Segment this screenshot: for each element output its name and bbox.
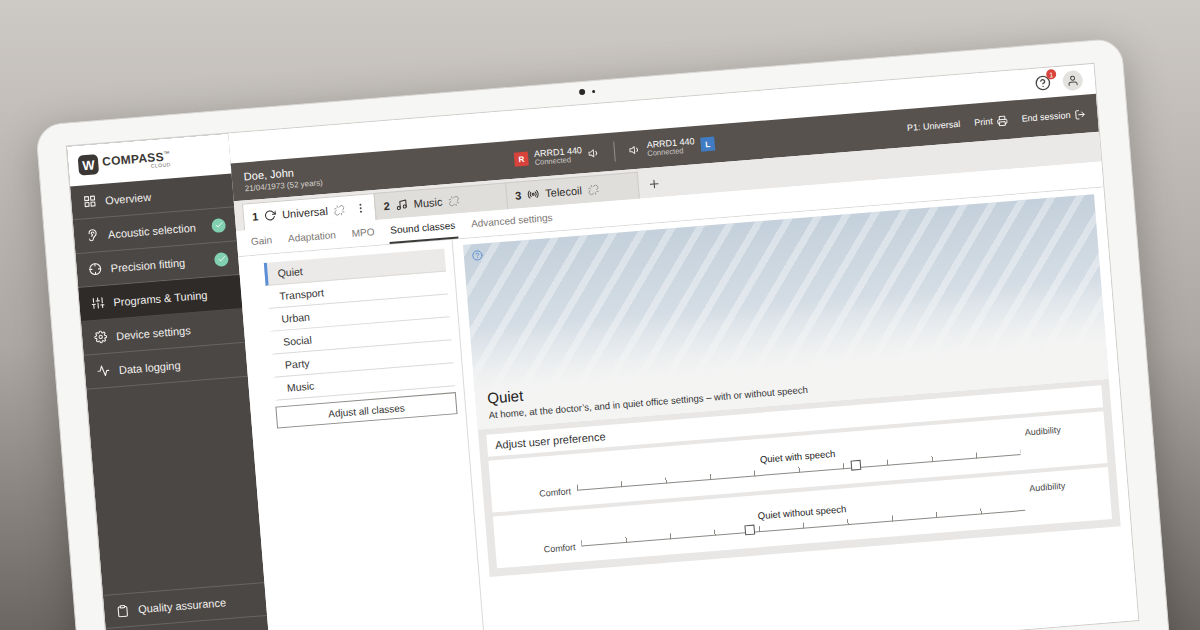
logo-mark: W [78, 154, 100, 176]
activity-icon [96, 364, 110, 378]
check-icon [216, 254, 226, 264]
slider-min-label: Comfort [505, 542, 576, 564]
logo-text: COMPASS™CLOUD [102, 150, 171, 172]
slider-min-label: Comfort [501, 486, 572, 508]
done-badge [214, 251, 229, 266]
sidebar-item[interactable]: Programs & Tuning [78, 275, 242, 322]
device-text: ARRD1 440Connected [534, 145, 583, 168]
slider-label: Quiet without speech [757, 503, 846, 521]
adjust-all-button[interactable]: Adjust all classes [275, 392, 457, 428]
ear-icon [86, 228, 100, 242]
stage: WCOMPASS™CLOUDOverviewAcoustic selection… [0, 0, 1200, 630]
laptop: WCOMPASS™CLOUDOverviewAcoustic selection… [35, 38, 1173, 630]
device-status: R ARRD1 440Connected [514, 143, 601, 169]
camera-lens [579, 89, 585, 95]
help-icon [471, 250, 483, 262]
tab-number: 2 [383, 200, 390, 212]
crosshair-icon [88, 262, 102, 276]
plus-icon [647, 177, 661, 191]
speaker-icon [629, 143, 642, 156]
unlink-icon [587, 184, 599, 196]
sub-tab[interactable]: MPO [349, 220, 378, 247]
logo-trademark: ™ [163, 150, 170, 156]
session-actions: P1: Universal Print End session [907, 108, 1086, 133]
active-program: P1: Universal [907, 119, 961, 133]
slider-max-label: Audibility [1028, 472, 1099, 494]
sliders-icon [91, 296, 105, 310]
universal-icon [264, 209, 277, 222]
unlink-icon [333, 204, 345, 216]
link-toggle[interactable] [333, 204, 345, 216]
device-text: ARRD1 440Connected [646, 136, 695, 159]
content: QuietTransportUrbanSocialPartyMusicAdjus… [238, 188, 1138, 630]
end-session-button[interactable]: End session [1021, 108, 1086, 124]
grid-icon [83, 194, 97, 208]
slider-thumb[interactable] [744, 525, 755, 536]
slider-label: Quiet with speech [759, 448, 835, 465]
camera [579, 88, 595, 95]
info-button[interactable] [471, 250, 483, 262]
print-button[interactable]: Print [974, 114, 1008, 128]
side-chip: R [514, 152, 529, 167]
camera-light [592, 89, 595, 92]
link-toggle[interactable] [587, 184, 599, 196]
unlink-icon [448, 195, 460, 207]
patient: Doe, John21/04/1973 (52 years) [243, 164, 323, 193]
music-note-icon [395, 198, 408, 211]
tab-number: 1 [252, 210, 259, 222]
telecoil-icon [527, 188, 540, 201]
slider-thumb[interactable] [851, 460, 862, 471]
sound-class-list: QuietTransportUrbanSocialPartyMusicAdjus… [238, 240, 487, 630]
device-divider [613, 142, 616, 162]
sub-tab[interactable]: Adaptation [285, 223, 339, 252]
slider-max-label: Audibility [1024, 416, 1095, 438]
sidebar-footer-item[interactable]: Quality assurance [103, 582, 267, 629]
tab-menu-button[interactable] [354, 202, 367, 215]
more-icon [354, 202, 367, 215]
help-button[interactable]: 1 [1034, 74, 1051, 91]
main: 1 Doe, John21/04/1973 (52 years) R ARRD1 44… [228, 64, 1138, 630]
exit-icon [1074, 108, 1086, 120]
screen: WCOMPASS™CLOUDOverviewAcoustic selection… [66, 63, 1140, 630]
device-status: ARRD1 440Connected L [628, 134, 715, 160]
profile-button[interactable] [1062, 70, 1084, 92]
clipboard-icon [116, 604, 130, 618]
device-state: Connected [534, 155, 583, 167]
tab-number: 3 [515, 189, 522, 201]
link-toggle[interactable] [448, 195, 460, 207]
sound-class-detail: QuietAt home, at the doctor’s, and in qu… [453, 188, 1139, 630]
printer-icon [996, 114, 1008, 126]
logo-sub: CLOUD [151, 162, 171, 169]
add-program-button[interactable] [637, 169, 672, 199]
check-icon [214, 220, 224, 230]
sound-class-item[interactable]: Quiet [264, 249, 446, 286]
device-state: Connected [647, 146, 696, 158]
done-badge [211, 218, 226, 233]
user-icon [1066, 74, 1079, 87]
logo: WCOMPASS™CLOUD [67, 134, 232, 187]
gear-icon [94, 330, 108, 344]
side-chip: L [700, 137, 715, 152]
sidebar-item[interactable]: Acoustic selection [73, 207, 237, 254]
sidebar-item[interactable]: Data logging [84, 343, 248, 390]
help-badge: 1 [1046, 69, 1057, 80]
speaker-icon [588, 147, 601, 160]
sub-tab[interactable]: Gain [248, 228, 275, 255]
